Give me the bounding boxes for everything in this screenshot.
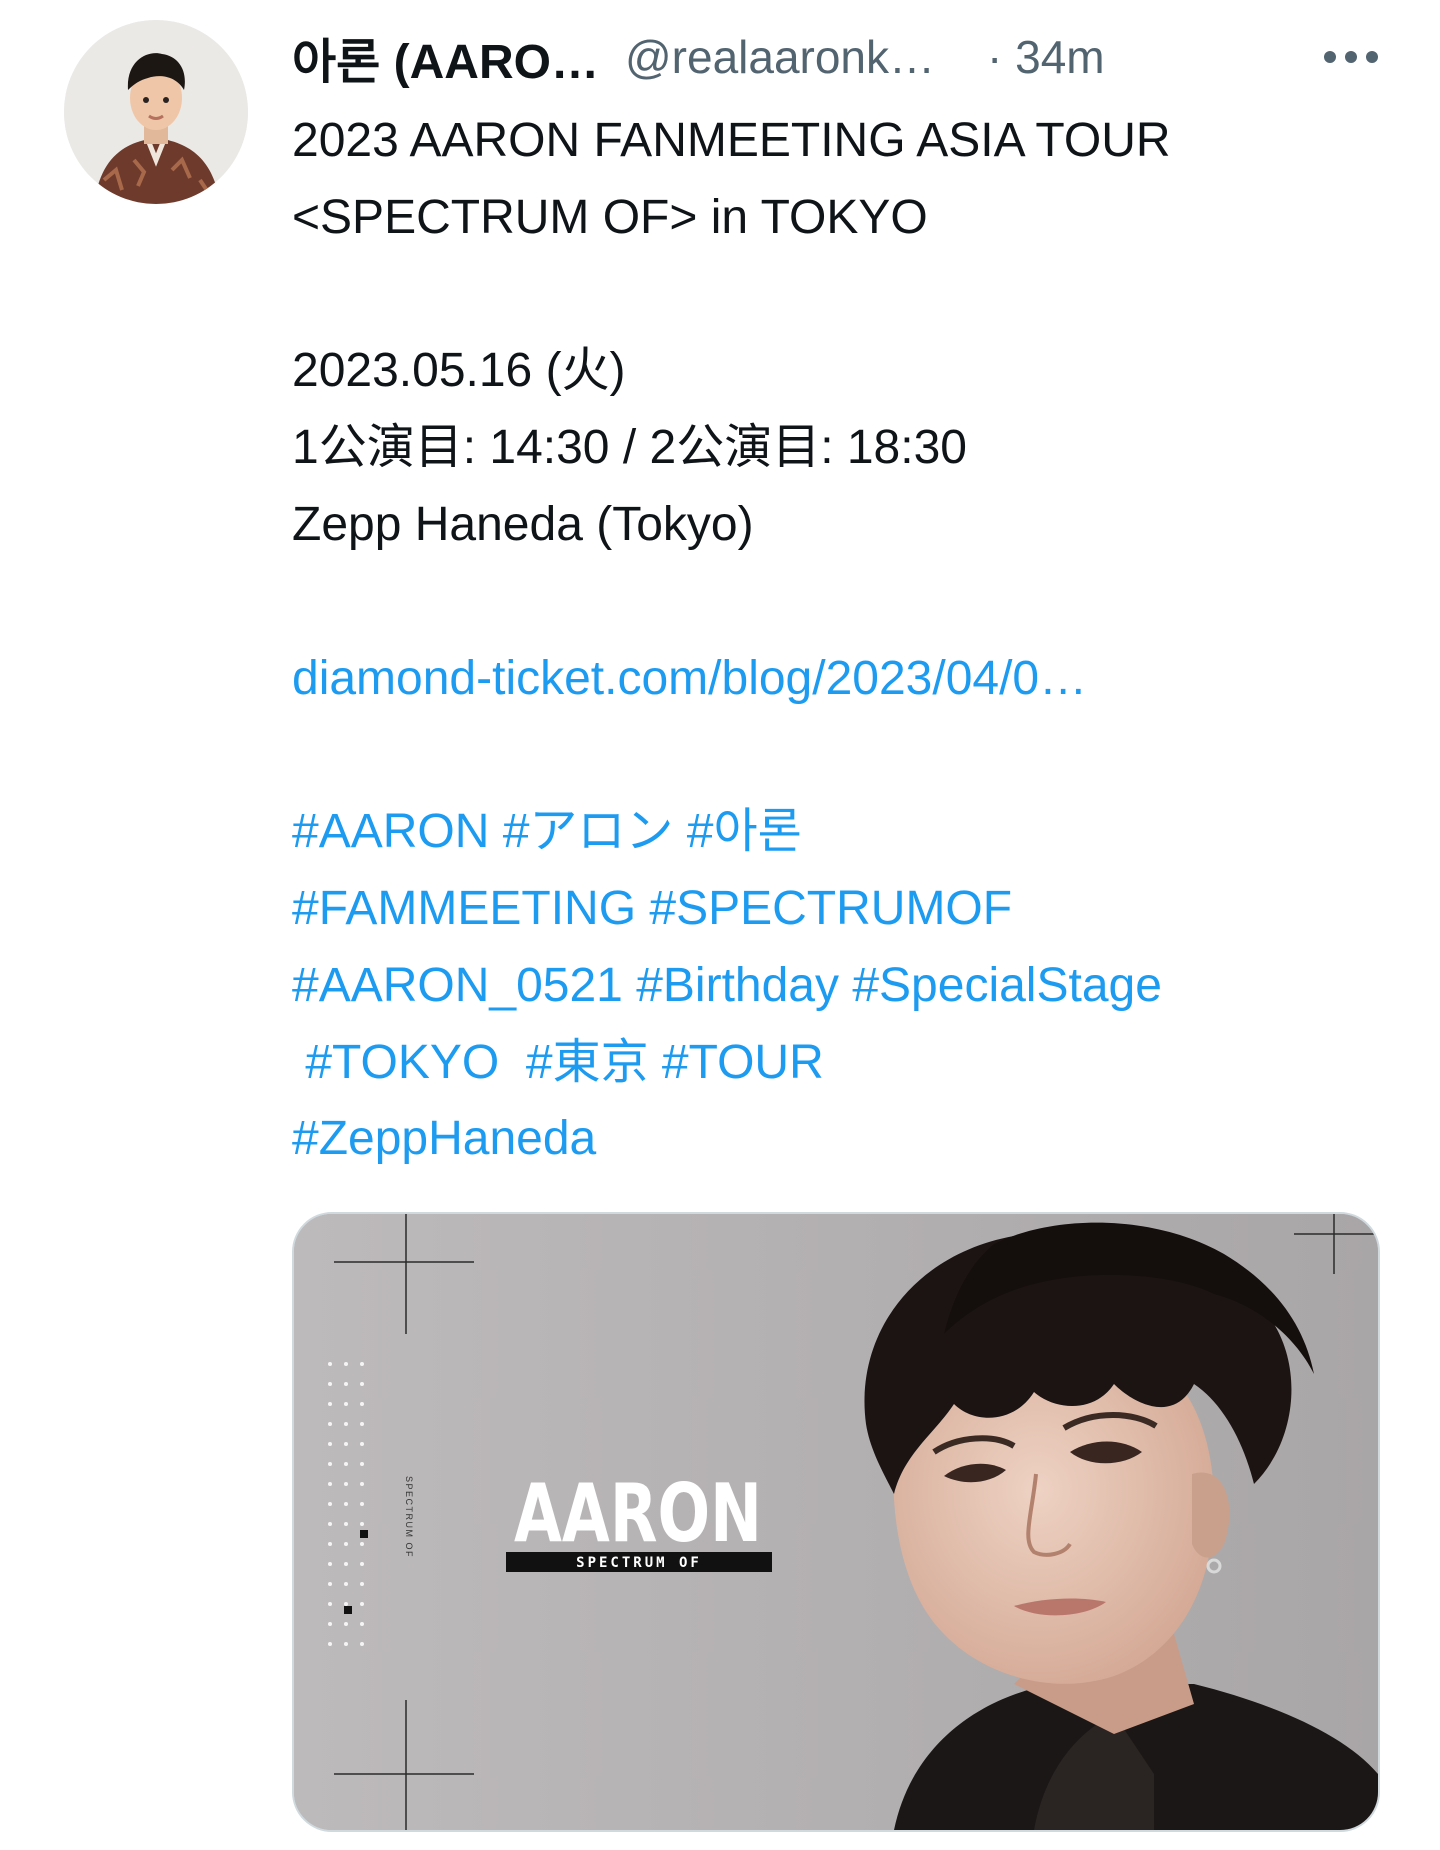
poster-subtitle: SPECTRUM OF: [576, 1555, 702, 1571]
hashtag-link[interactable]: #東京: [526, 1036, 649, 1089]
tweet-title-line-2: <SPECTRUM OF> in TOKYO: [292, 190, 928, 244]
hashtag-line-4: #TOKYO #東京 #TOUR: [292, 1025, 1402, 1102]
hashtag-line-1: #AARON #アロン #아론: [292, 794, 1402, 871]
square-marker: [344, 1606, 352, 1614]
fanmeeting-poster: SPECTRUM OF AARON SPECTRUM OF: [294, 1214, 1378, 1830]
avatar[interactable]: [64, 20, 248, 204]
hashtag-link[interactable]: #아론: [687, 805, 802, 858]
avatar-photo: [64, 20, 248, 204]
hashtag-link[interactable]: #TOUR: [662, 1036, 824, 1089]
hashtag-link[interactable]: #SPECTRUMOF: [649, 882, 1012, 935]
hashtag-link[interactable]: #ZeppHaneda: [292, 1112, 596, 1165]
hashtag-link[interactable]: #FAMMEETING: [292, 882, 636, 935]
hashtag-line-2: #FAMMEETING #SPECTRUMOF: [292, 871, 1402, 948]
event-date: 2023.05.16 (火): [292, 344, 626, 398]
hashtag-line-5: #ZeppHaneda: [292, 1101, 1402, 1178]
ellipsis-icon: [1324, 51, 1378, 63]
hashtag-link[interactable]: #AARON: [292, 805, 489, 858]
more-button[interactable]: [1320, 28, 1382, 86]
square-marker: [360, 1530, 368, 1538]
hashtag-link[interactable]: #SpecialStage: [852, 959, 1162, 1012]
hashtag-link[interactable]: #Birthday: [636, 959, 839, 1012]
event-venue: Zepp Haneda (Tokyo): [292, 497, 754, 551]
hashtag-link[interactable]: #アロン: [503, 805, 674, 858]
hashtag-line-3: #AARON_0521 #Birthday #SpecialStage: [292, 948, 1402, 1025]
tweet-title-line-1: 2023 AARON FANMEETING ASIA TOUR: [292, 114, 1171, 167]
hashtag-link[interactable]: #TOKYO: [305, 1036, 499, 1089]
user-handle[interactable]: @realaaronk…: [625, 30, 935, 84]
hashtag-link[interactable]: #AARON_0521: [292, 959, 623, 1012]
tweet-header: 아론 (AARO… @realaaronk… · 34m: [292, 22, 1402, 92]
tweet-media-image[interactable]: SPECTRUM OF AARON SPECTRUM OF: [292, 1212, 1380, 1832]
tweet-text: 2023 AARON FANMEETING ASIA TOUR <SPECTRU…: [292, 103, 1402, 1178]
poster-title: AARON: [514, 1467, 762, 1560]
timestamp[interactable]: · 34m: [987, 30, 1105, 84]
poster-vertical-text: SPECTRUM OF: [404, 1476, 414, 1558]
display-name[interactable]: 아론 (AARO…: [292, 22, 599, 92]
ticket-link[interactable]: diamond-ticket.com/blog/2023/04/0…: [292, 652, 1087, 705]
event-times: 1公演目: 14:30 / 2公演目: 18:30: [292, 421, 967, 475]
